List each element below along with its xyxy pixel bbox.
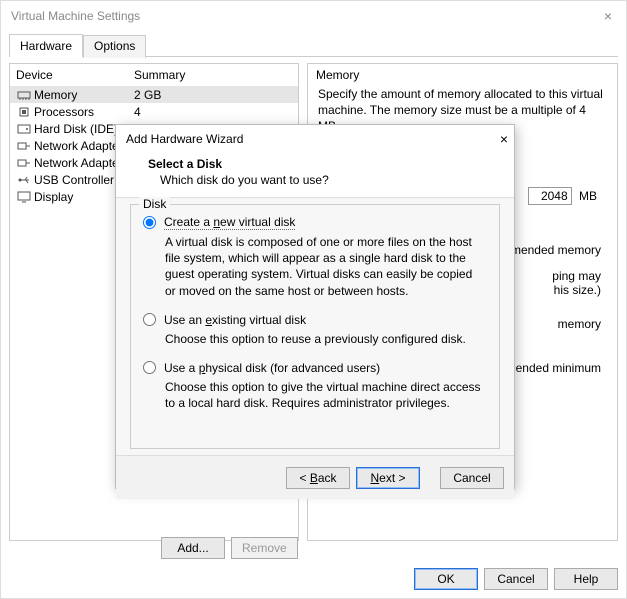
next-button[interactable]: Next > [356, 467, 420, 489]
hint-recommended: mmended memory [501, 243, 601, 257]
wizard-header: Select a Disk Which disk do you want to … [116, 153, 514, 197]
vm-settings-window: Virtual Machine Settings × Hardware Opti… [0, 0, 627, 599]
usb-icon [16, 173, 32, 187]
network-icon [16, 139, 32, 153]
add-button[interactable]: Add... [161, 537, 225, 559]
radio-physical[interactable]: Use a physical disk (for advanced users) [139, 361, 491, 375]
dialog-buttons: OK Cancel Help [414, 568, 618, 590]
memory-mb-label: MB [579, 189, 597, 203]
window-title: Virtual Machine Settings [11, 9, 140, 23]
device-table-header: Device Summary [10, 64, 298, 86]
cancel-button[interactable]: Cancel [484, 568, 548, 590]
radio-create-new-desc: A virtual disk is composed of one or mor… [165, 234, 485, 299]
col-summary: Summary [134, 68, 292, 82]
disk-icon [16, 122, 32, 136]
radio-create-new[interactable]: Create a new virtual disk [139, 215, 491, 230]
disk-group-label: Disk [139, 197, 170, 211]
processor-icon [16, 105, 32, 119]
tabstrip: Hardware Options [9, 31, 618, 57]
memory-input[interactable]: 2048 [528, 187, 572, 205]
col-device: Device [16, 68, 134, 82]
radio-create-new-label: Create a new virtual disk [164, 215, 295, 230]
radio-physical-desc: Choose this option to give the virtual m… [165, 379, 485, 411]
display-icon [16, 190, 32, 204]
device-summary: 2 GB [134, 88, 292, 102]
network-icon [16, 156, 32, 170]
hint-memory: memory [558, 317, 601, 331]
radio-physical-label: Use a physical disk (for advanced users) [164, 361, 380, 375]
wizard-subheading: Which disk do you want to use? [160, 173, 496, 187]
wizard-title: Add Hardware Wizard [126, 132, 243, 146]
device-summary: 4 [134, 105, 292, 119]
device-name: Memory [34, 88, 134, 102]
radio-existing-label: Use an existing virtual disk [164, 313, 306, 327]
tab-hardware[interactable]: Hardware [9, 34, 83, 57]
radio-physical-input[interactable] [143, 361, 156, 374]
hint-swap2: his size.) [554, 283, 601, 297]
device-name: Processors [34, 105, 134, 119]
memory-icon [16, 88, 32, 102]
memory-value-row: 2048 MB [528, 187, 597, 205]
radio-create-new-input[interactable] [143, 216, 156, 229]
titlebar: Virtual Machine Settings × [1, 1, 626, 31]
remove-button: Remove [231, 537, 298, 559]
ok-button[interactable]: OK [414, 568, 478, 590]
table-row[interactable]: Memory 2 GB [10, 86, 298, 103]
help-button[interactable]: Help [554, 568, 618, 590]
radio-existing-input[interactable] [143, 313, 156, 326]
wizard-titlebar: Add Hardware Wizard × [116, 125, 514, 153]
add-remove-row: Add... Remove [161, 537, 298, 559]
add-hardware-wizard: Add Hardware Wizard × Select a Disk Whic… [115, 124, 515, 489]
wizard-heading: Select a Disk [148, 157, 496, 171]
wizard-close-icon[interactable]: × [500, 131, 508, 147]
disk-group: Disk Create a new virtual disk A virtual… [130, 204, 500, 449]
table-row[interactable]: Processors 4 [10, 103, 298, 120]
wizard-cancel-button[interactable]: Cancel [440, 467, 504, 489]
radio-existing[interactable]: Use an existing virtual disk [139, 313, 491, 327]
close-icon[interactable]: × [598, 6, 618, 26]
hint-swap1: ping may [552, 269, 601, 283]
tab-options[interactable]: Options [83, 35, 146, 58]
radio-existing-desc: Choose this option to reuse a previously… [165, 331, 485, 347]
back-button[interactable]: < Back [286, 467, 350, 489]
wizard-footer: < Back Next > Cancel [116, 455, 514, 499]
wizard-body: Disk Create a new virtual disk A virtual… [116, 197, 514, 455]
memory-group-label: Memory [316, 68, 609, 82]
